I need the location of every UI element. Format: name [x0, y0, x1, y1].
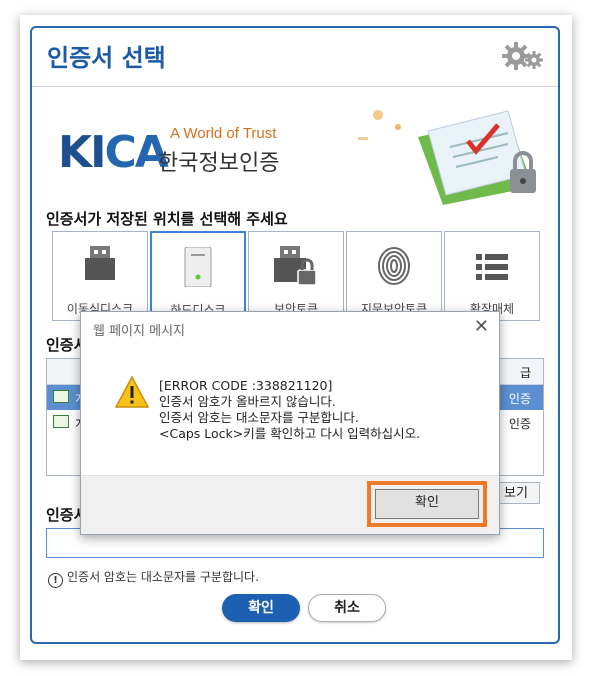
close-icon[interactable]: ✕	[474, 316, 489, 337]
password-hint: ! 인증서 암호는 대소문자를 구분합니다.	[48, 568, 259, 588]
storage-heading: 인증서가 저장된 위치를 선택해 주세요	[46, 210, 288, 228]
settings-gear-icon[interactable]	[500, 38, 546, 78]
dialog-title: 웹 페이지 메시지	[93, 324, 185, 339]
usb-drive-icon	[83, 246, 117, 286]
certificate-icon	[53, 390, 69, 403]
dialog-footer: 확인	[81, 475, 499, 534]
storage-hard-disk[interactable]: 하드디스크	[150, 231, 246, 321]
storage-usb[interactable]: 이동식디스크	[52, 231, 148, 321]
confirm-button[interactable]: 확인	[222, 594, 300, 622]
message-line: 인증서 암호가 올바르지 않습니다.	[159, 394, 336, 409]
window-title: 인증서 선택	[47, 44, 166, 72]
dialog-ok-button[interactable]: 확인	[375, 489, 479, 519]
storage-security-token[interactable]: 보안토큰	[248, 231, 344, 321]
list-icon	[476, 254, 508, 284]
storage-selector: 이동식디스크 하드디스크 보안토큰 지문보안토큰 확장매체	[52, 231, 542, 321]
logo-org-name: 한국정보인증	[158, 151, 280, 176]
logo-tagline: A World of Trust	[170, 125, 277, 142]
storage-extended-media[interactable]: 확장매체	[444, 231, 540, 321]
certificate-lock-illustration	[358, 97, 548, 213]
error-dialog: 웹 페이지 메시지 ✕ [ERROR CODE :338821120] 인증서 …	[80, 311, 500, 535]
certificate-icon	[53, 415, 69, 428]
hint-text: 인증서 암호는 대소문자를 구분합니다.	[67, 570, 259, 584]
cancel-button[interactable]: 취소	[308, 594, 386, 622]
cert-issuer: 인증	[508, 392, 531, 406]
dialog-message: [ERROR CODE :338821120] 인증서 암호가 올바르지 않습니…	[159, 378, 420, 442]
header-column-right: 급	[519, 366, 531, 380]
message-line: 인증서 암호는 대소문자를 구분합니다.	[159, 410, 359, 425]
message-line: [ERROR CODE :338821120]	[159, 378, 333, 393]
message-line: <Caps Lock>키를 확인하고 다시 입력하십시오.	[159, 426, 421, 441]
logo-banner: KICA A World of Trust 한국정보인증	[32, 87, 558, 207]
security-token-icon	[274, 246, 318, 290]
cert-issuer: 인증	[508, 417, 531, 431]
highlight-box: 확인	[367, 481, 487, 527]
info-icon: !	[48, 573, 63, 588]
kica-logo: KICA	[58, 127, 169, 178]
warning-icon	[114, 375, 150, 412]
hard-disk-icon	[183, 246, 213, 291]
fingerprint-icon	[377, 246, 411, 290]
storage-fingerprint-token[interactable]: 지문보안토큰	[346, 231, 442, 321]
titlebar: 인증서 선택	[32, 28, 558, 87]
